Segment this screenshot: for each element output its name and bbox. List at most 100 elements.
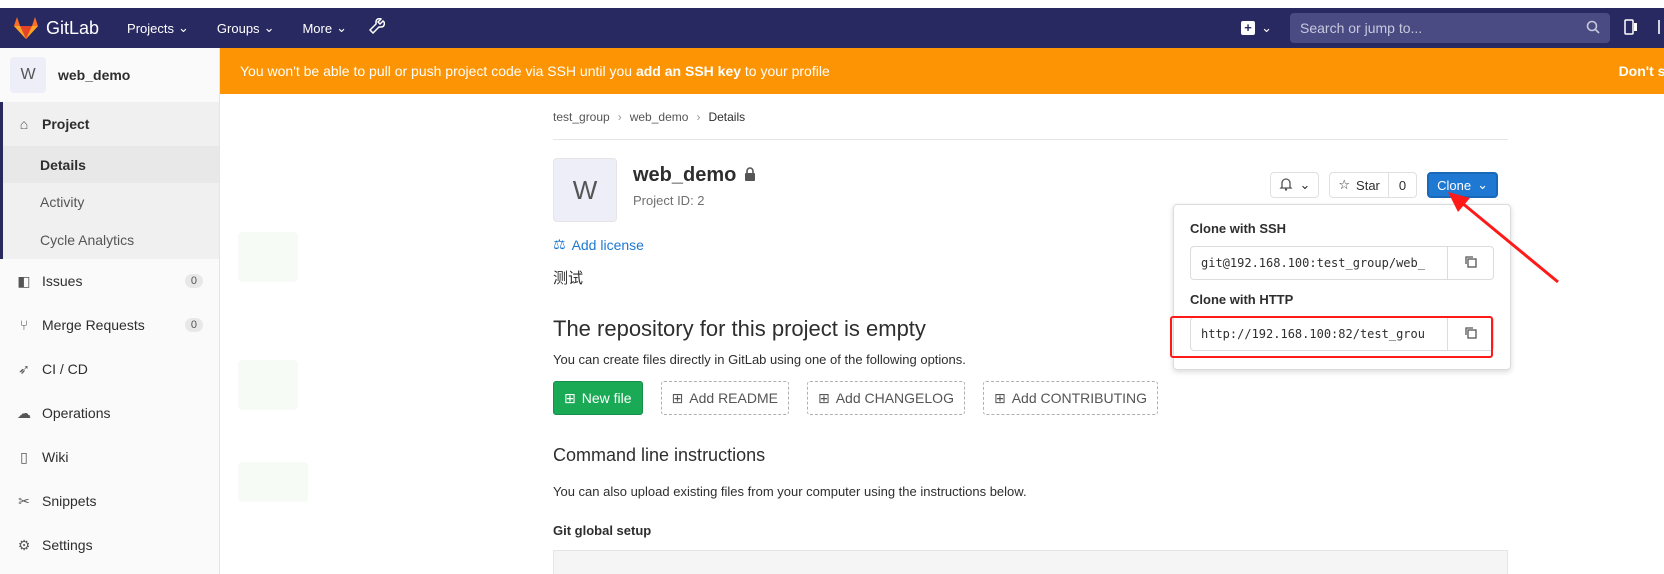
cloud-gear-icon: ☁	[17, 404, 31, 421]
project-avatar-large: W	[553, 158, 617, 222]
plus-square-icon: ⊞	[817, 389, 830, 406]
sidebar-item-label: Project	[42, 116, 90, 132]
plus-square-icon: ⊞	[671, 389, 684, 406]
brand-name: GitLab	[46, 17, 100, 38]
add-license-label: Add license	[571, 236, 644, 253]
alert-dismiss-link[interactable]: Don't sh	[1619, 63, 1664, 79]
breadcrumb: test_group › web_demo › Details	[553, 94, 1508, 140]
new-dropdown-button[interactable]: + ⌄	[1241, 20, 1272, 36]
chevron-right-icon: ›	[696, 109, 701, 124]
sidebar-section-project: ⌂ Project Details Activity Cycle Analyti…	[0, 102, 219, 259]
top-navbar: GitLab Projects ⌄ Groups ⌄ More ⌄ + ⌄ Searc…	[0, 8, 1664, 48]
sidebar-item-label: Merge Requests	[42, 317, 145, 333]
sidebar-item-label: Issues	[42, 273, 83, 289]
lock-icon	[744, 164, 756, 187]
sidebar-item-merge-requests[interactable]: ⑂ Merge Requests 0	[0, 303, 219, 347]
git-setup-heading: Git global setup	[553, 523, 652, 538]
sidebar-item-ci-cd[interactable]: ➶ CI / CD	[0, 347, 219, 391]
admin-wrench-icon[interactable]	[368, 17, 386, 39]
sidebar-item-label: Activity	[40, 193, 85, 210]
add-contributing-button[interactable]: ⊞ Add CONTRIBUTING	[982, 381, 1159, 415]
new-file-button[interactable]: ⊞ New file	[553, 381, 643, 415]
gear-icon: ⚙	[17, 536, 31, 553]
nav-groups[interactable]: Groups ⌄	[217, 20, 275, 36]
scissors-icon: ✂	[18, 492, 30, 509]
plus-square-icon: ⊞	[993, 389, 1006, 406]
sidebar-item-settings[interactable]: ⚙ Settings	[0, 523, 219, 567]
nav-groups-label: Groups	[216, 20, 260, 36]
sidebar-item-activity[interactable]: Activity	[3, 183, 219, 220]
sidebar-item-label: Snippets	[42, 493, 97, 509]
sidebar-item-label: Cycle Analytics	[40, 231, 135, 248]
project-name: web_demo	[633, 164, 737, 186]
add-ssh-key-link[interactable]: add an SSH key	[636, 63, 741, 79]
sidebar-project-name: web_demo	[58, 67, 131, 83]
star-button[interactable]: ☆ Star	[1329, 172, 1389, 198]
background-artifact	[238, 360, 298, 410]
star-count[interactable]: 0	[1388, 172, 1418, 198]
plus-icon: +	[1241, 21, 1256, 35]
sidebar-item-project[interactable]: ⌂ Project	[3, 102, 219, 146]
breadcrumb-item[interactable]: test_group	[553, 110, 610, 124]
chevron-down-icon: ⌄	[263, 20, 275, 35]
annotation-highlight-box	[1170, 316, 1493, 358]
top-strip	[0, 0, 1664, 8]
gitlab-fox-icon	[14, 17, 38, 39]
issues-count-badge: 0	[184, 274, 203, 288]
rocket-icon: ➶	[18, 360, 30, 377]
sidebar-item-wiki[interactable]: ▯ Wiki	[0, 435, 219, 479]
sidebar-item-label: Wiki	[42, 449, 69, 465]
project-title: web_demo	[633, 164, 756, 187]
background-artifact	[238, 232, 298, 282]
star-label: Star	[1356, 177, 1380, 193]
breadcrumb-item[interactable]: web_demo	[630, 110, 689, 124]
star-icon: ☆	[1338, 177, 1351, 192]
sidebar-item-label: CI / CD	[42, 361, 88, 377]
sidebar-item-issues[interactable]: ◧ Issues 0	[0, 259, 219, 303]
chevron-down-icon: ⌄	[1299, 177, 1311, 192]
todo-panel-icon[interactable]	[1624, 18, 1638, 38]
sidebar-item-snippets[interactable]: ✂ Snippets	[0, 479, 219, 523]
search-input[interactable]: Search or jump to...	[1290, 13, 1610, 43]
new-file-label: New file	[581, 390, 632, 406]
chevron-down-icon: ⌄	[1261, 20, 1272, 35]
clone-ssh-field[interactable]: git@192.168.100:test_group/web_	[1190, 246, 1448, 280]
star-group: ☆ Star 0	[1329, 172, 1418, 198]
nav-more[interactable]: More ⌄	[302, 20, 347, 36]
annotation-arrow	[1448, 192, 1559, 284]
sidebar-item-label: Details	[40, 156, 86, 173]
breadcrumb-current[interactable]: Details	[708, 110, 745, 124]
sidebar-item-operations[interactable]: ☁ Operations	[0, 391, 219, 435]
add-changelog-button[interactable]: ⊞ Add CHANGELOG	[806, 381, 965, 415]
notification-dropdown-button[interactable]: ⌄	[1270, 172, 1320, 198]
alert-text-post: to your profile	[744, 63, 830, 79]
plus-square-icon: ⊞	[564, 389, 576, 406]
merge-requests-count-badge: 0	[184, 318, 203, 332]
add-readme-button[interactable]: ⊞ Add README	[660, 381, 789, 415]
project-sidebar: W web_demo ⌂ Project Details Activity Cy…	[0, 48, 220, 574]
nav-projects-label: Projects	[127, 20, 175, 36]
nav-projects[interactable]: Projects ⌄	[127, 20, 189, 36]
merge-request-icon[interactable]	[1656, 19, 1664, 38]
sidebar-item-label: Operations	[42, 405, 111, 421]
alert-text-pre: You won't be able to pull or push projec…	[240, 63, 633, 79]
chevron-right-icon: ›	[617, 109, 622, 124]
merge-request-icon: ⑂	[19, 317, 29, 333]
add-changelog-label: Add CHANGELOG	[835, 390, 954, 406]
search-placeholder: Search or jump to...	[1300, 20, 1423, 36]
chevron-down-icon: ⌄	[178, 20, 189, 35]
chevron-down-icon: ⌄	[336, 20, 347, 35]
sidebar-item-label: Settings	[42, 537, 93, 553]
code-block	[553, 550, 1508, 574]
ssh-key-alert: You won't be able to pull or push projec…	[220, 48, 1664, 94]
cli-hint: You can also upload existing files from …	[553, 484, 1027, 499]
project-id: Project ID: 2	[633, 193, 705, 208]
sidebar-item-cycle-analytics[interactable]: Cycle Analytics	[3, 220, 219, 259]
sidebar-project-header[interactable]: W web_demo	[0, 48, 219, 102]
gitlab-logo[interactable]: GitLab	[14, 17, 99, 39]
cli-title: Command line instructions	[553, 445, 766, 465]
project-avatar: W	[10, 57, 46, 93]
sidebar-item-details[interactable]: Details	[3, 146, 219, 183]
file-buttons: ⊞ New file ⊞ Add README ⊞ Add CHANGELOG …	[553, 381, 1508, 415]
background-artifact	[238, 462, 308, 502]
